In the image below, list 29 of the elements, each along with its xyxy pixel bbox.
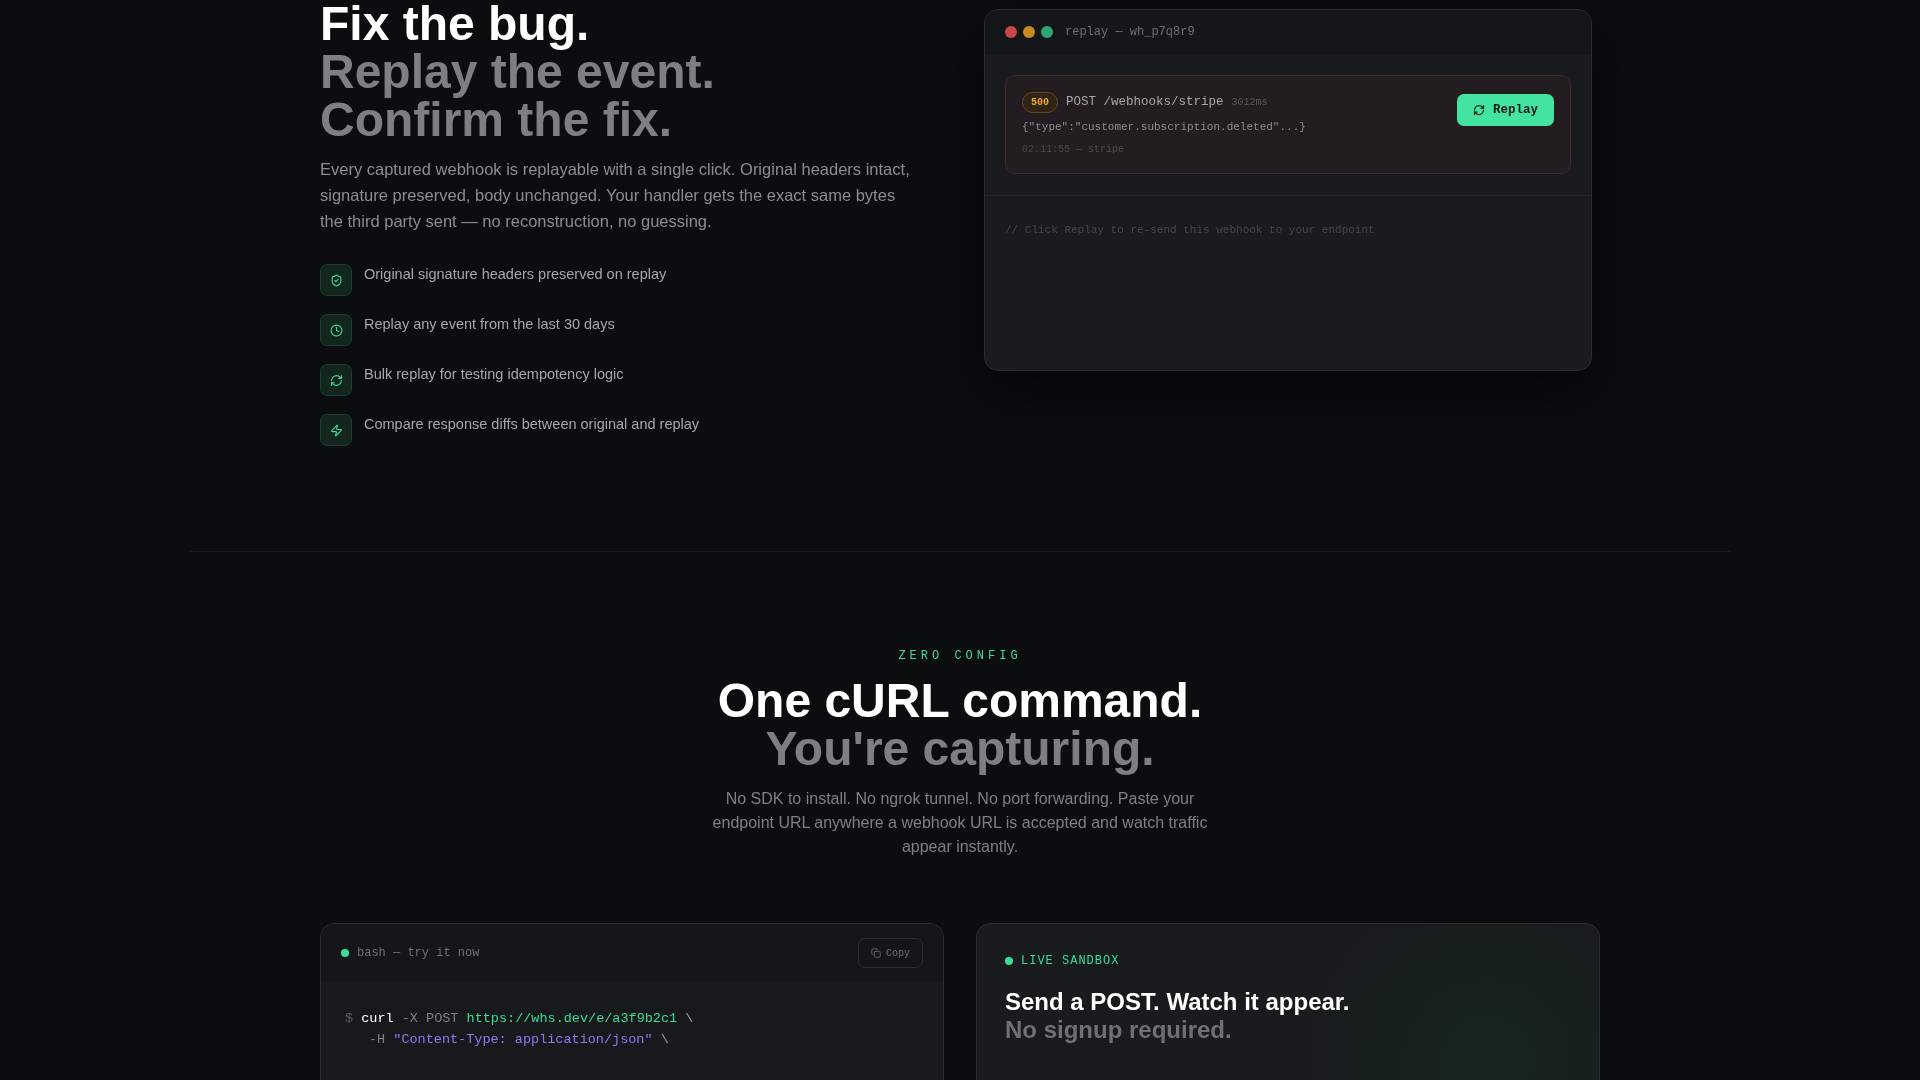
refresh-icon [320, 364, 352, 396]
feature-text: Compare response diffs between original and replay [364, 415, 700, 434]
clock-icon [320, 314, 352, 346]
payload-preview: {"type":"customer.subscription.deleted"...} [1022, 120, 1306, 135]
request-path: POST /webhooks/stripe [1066, 94, 1224, 112]
shield-check-icon [320, 264, 352, 296]
feature-text: Original signature headers preserved on replay [364, 265, 667, 284]
description: Every captured webhook is replayable with a single click. Original headers intact, signature preserved, body unchanged. Your handler gets the exact same bytes the third party sent — no reconstruction, no guessing. [320, 159, 911, 232]
copy-icon [871, 948, 881, 958]
heading-line: One cURL command. [717, 677, 1203, 725]
copy-button[interactable]: Copy [858, 938, 923, 968]
description: No SDK to install. No ngrok tunnel. No port forwarding. Paste your endpoint URL anywhere a webhook URL is accepted and watch traffic appear instantly. [711, 789, 1209, 857]
feature-text: Replay any event from the last 30 days [364, 315, 615, 334]
replay-button[interactable]: Replay [1457, 94, 1554, 126]
status-badge: 500 [1022, 92, 1058, 113]
sandbox-label: LIVE SANDBOX [1021, 953, 1120, 970]
heading-line: Send a POST. Watch it appear. [1005, 988, 1351, 1016]
feature-text: Bulk replay for testing idempotency logic [364, 365, 624, 384]
refresh-icon [1473, 104, 1485, 116]
lightning-icon [320, 414, 352, 446]
heading-line: No signup required. [1005, 1016, 1233, 1044]
terminal-title: bash — try it now [357, 945, 480, 962]
code-line: -H "Content-Type: application/json" \ [368, 1031, 670, 1049]
section-eyebrow: ZERO CONFIG [898, 648, 1022, 665]
code-line: $ curl -X POST https://whs.dev/e/a3f9b2c1 \ [345, 1010, 695, 1028]
heading-line: Fix the bug. [320, 0, 591, 48]
heading-line: You're capturing. [764, 725, 1156, 773]
duration: 3012ms [1231, 96, 1268, 110]
window-title: replay — wh_p7q8r9 [1065, 24, 1195, 41]
